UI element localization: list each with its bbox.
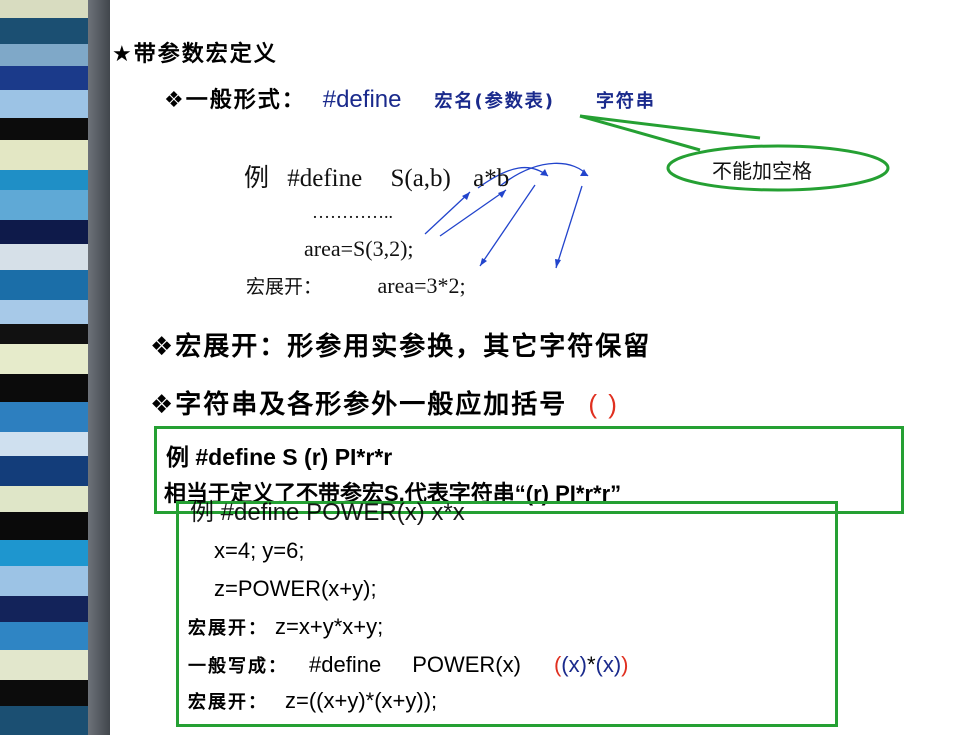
box2-line0: 例 #define POWER(x) x*x bbox=[190, 499, 465, 526]
example1-head: 例 #define S(a,b) a*b bbox=[244, 158, 509, 194]
example1-expand: 宏展开： area=3*2; bbox=[246, 272, 466, 299]
box2-general-paren-close: ) bbox=[621, 652, 629, 677]
box2-expand2-value: z=((x+y)*(x+y)); bbox=[285, 688, 438, 713]
box2-line2: z=POWER(x+y); bbox=[214, 576, 377, 601]
box2-general-define: #define bbox=[309, 652, 382, 677]
box1-line1: 例 #define S (r) PI*r*r bbox=[166, 444, 393, 470]
example1-expand-value: area=3*2; bbox=[377, 273, 466, 298]
paren-glyph: ( ) bbox=[588, 389, 619, 419]
example1-area-line: area=S(3,2); bbox=[304, 236, 414, 261]
callout-no-space: 不能加空格 bbox=[712, 159, 812, 183]
box2-general-x2: (x) bbox=[595, 652, 622, 677]
example1-body: a*b bbox=[473, 165, 510, 192]
box2-general-form: 一般写成： #define POWER(x) ((x)*(x)) bbox=[188, 652, 628, 678]
box2-line1: x=4; y=6; bbox=[214, 538, 305, 563]
box2-general-x1: (x) bbox=[561, 652, 587, 677]
box2-expand2-label: 宏展开： bbox=[188, 692, 268, 713]
example1-li: 例 bbox=[244, 165, 270, 192]
box2-general-label: 一般写成： bbox=[188, 656, 288, 677]
box2-general-macro: POWER(x) bbox=[412, 652, 521, 677]
example1-define: #define bbox=[287, 165, 363, 192]
box2-expand1-label: 宏展开： bbox=[188, 618, 268, 639]
example1-expand-label: 宏展开： bbox=[246, 277, 323, 298]
point-expand-rule: ❖宏展开：形参用实参换，其它字符保留 bbox=[150, 332, 652, 362]
box2-expand1: 宏展开： z=x+y*x+y; bbox=[188, 614, 383, 640]
box2-general-star: * bbox=[586, 652, 596, 677]
box2-expand2: 宏展开： z=((x+y)*(x+y)); bbox=[188, 688, 437, 714]
point-add-parens: ❖字符串及各形参外一般应加括号 ( ) bbox=[150, 389, 619, 420]
example1-dots: ………….. bbox=[312, 202, 393, 222]
example1-macro: S(a,b) bbox=[390, 165, 451, 192]
box2-expand1-value: z=x+y*x+y; bbox=[275, 614, 384, 639]
